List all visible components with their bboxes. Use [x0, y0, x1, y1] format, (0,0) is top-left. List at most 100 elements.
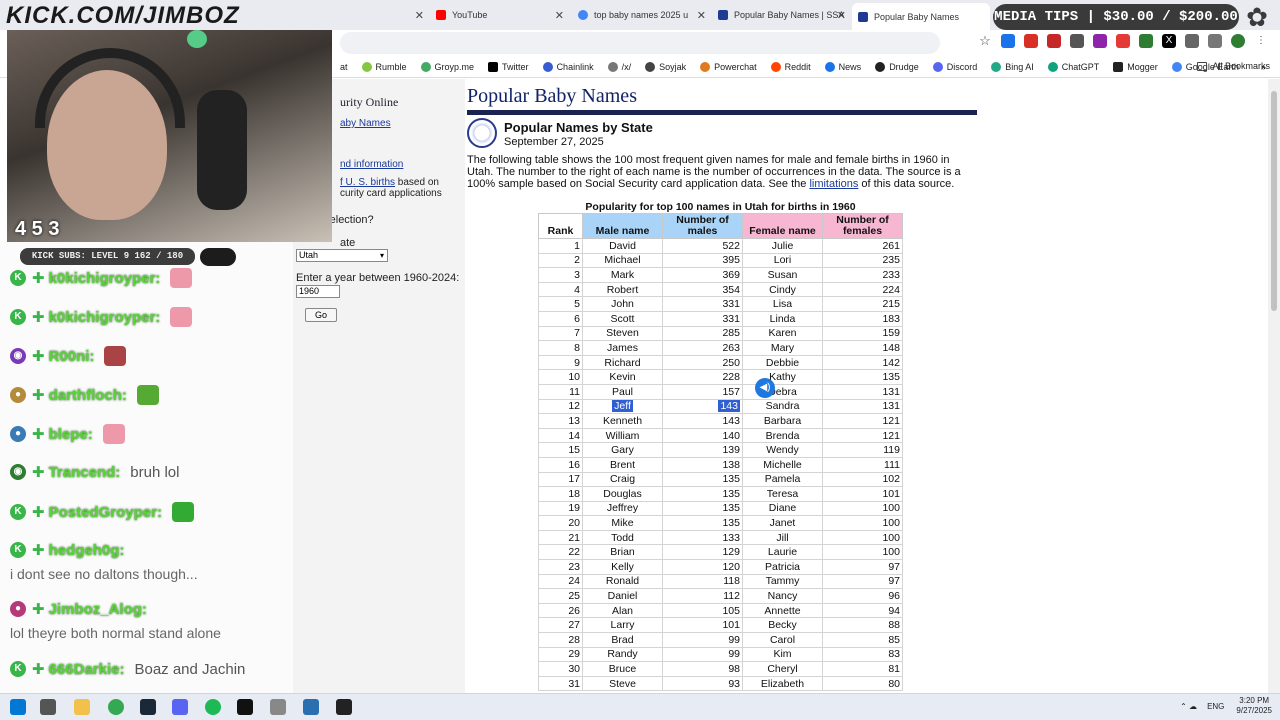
nav-link-baby-names[interactable]: aby Names — [340, 118, 391, 129]
chat-username[interactable]: k0kichigroyper: — [49, 309, 161, 326]
spotify-icon[interactable] — [205, 699, 221, 715]
chat-message: K ✚ PostedGroyper: — [10, 502, 194, 522]
female-count-cell: 261 — [822, 238, 903, 254]
system-tray: ⌃ ☁ ENG 3:20 PM 9/27/2025 — [1180, 696, 1272, 716]
bookmark-twitter[interactable]: Twitter — [488, 61, 529, 72]
male-name-cell: Brian — [582, 544, 663, 561]
section-heading: Popular Names by State — [504, 120, 653, 135]
app-icon[interactable] — [270, 699, 286, 715]
names-table: Rank Male name Number of males Female na… — [538, 213, 903, 692]
bookmark-soyjak[interactable]: Soyjak — [645, 61, 687, 72]
extension-icon[interactable] — [1116, 34, 1130, 48]
x-icon[interactable]: X — [1162, 34, 1176, 48]
bookmark-reddit[interactable]: Reddit — [770, 61, 811, 72]
menu-icon[interactable]: ⋮ — [1254, 34, 1268, 48]
rank-cell: 18 — [538, 486, 583, 502]
close-tab-icon[interactable]: ✕ — [555, 9, 564, 22]
bookmark-label: Soyjak — [659, 61, 687, 72]
tab-ssa-baby-names[interactable]: Popular Baby Names | SSA ✕ — [712, 4, 852, 26]
extension-icon[interactable] — [1139, 34, 1153, 48]
year-input[interactable]: 1960 — [296, 285, 340, 298]
app-icon[interactable] — [303, 699, 319, 715]
bookmark-drudge[interactable]: Drudge — [875, 61, 919, 72]
male-name-cell: Kevin — [582, 369, 663, 385]
table-row: 26 Alan 105 Annette 94 — [538, 602, 903, 619]
bookmark-mogger[interactable]: Mogger — [1113, 61, 1158, 72]
us-births-link[interactable]: f U. S. births — [340, 177, 395, 188]
header-rank: Rank — [538, 213, 583, 239]
bookmark-discord[interactable]: Discord — [932, 61, 977, 72]
chat-username[interactable]: R00ni: — [49, 348, 95, 365]
close-tab-icon[interactable]: ✕ — [415, 9, 424, 22]
chrome-icon[interactable] — [108, 699, 124, 715]
male-count-cell: 139 — [662, 442, 743, 458]
close-tab-icon[interactable]: ✕ — [697, 9, 706, 22]
task-view-icon[interactable] — [40, 699, 56, 715]
speaker-icon[interactable]: ◀) — [755, 378, 775, 398]
discord-icon[interactable] — [172, 699, 188, 715]
avatar[interactable] — [1231, 34, 1245, 48]
female-count-cell: 85 — [822, 632, 903, 648]
tab-google-search[interactable]: top baby names 2025 utah ✕ — [572, 4, 712, 26]
terminal-icon[interactable] — [237, 699, 253, 715]
puzzle-icon[interactable] — [1185, 34, 1199, 48]
header-male-name: Male name — [582, 213, 663, 239]
tray-icons[interactable]: ⌃ ☁ — [1180, 702, 1197, 711]
media-icon[interactable] — [1208, 34, 1222, 48]
chat-username[interactable]: darthfloch: — [49, 387, 127, 404]
file-explorer-icon[interactable] — [74, 699, 90, 715]
female-count-cell: 80 — [822, 675, 903, 692]
nav-link-background-information[interactable]: nd information — [340, 159, 403, 170]
go-button[interactable]: Go — [305, 308, 337, 322]
bookmark-label: /x/ — [621, 61, 632, 72]
bookmark-powerchat[interactable]: Powerchat — [700, 61, 757, 72]
female-name-cell: Kathy — [742, 369, 823, 385]
extension-icon[interactable] — [1093, 34, 1107, 48]
extension-icon[interactable] — [1001, 34, 1015, 48]
bookmark-chainlink[interactable]: Chainlink — [542, 61, 594, 72]
extension-icon[interactable] — [1024, 34, 1038, 48]
tab-x[interactable]: ✕ — [340, 4, 430, 26]
chat-username[interactable]: blepe: — [49, 426, 93, 443]
chat-username[interactable]: PostedGroyper: — [49, 504, 162, 521]
female-name-cell: Lori — [742, 252, 823, 269]
male-name-cell: Michael — [582, 252, 663, 269]
bookmark-chatgpt[interactable]: ChatGPT — [1047, 61, 1099, 72]
chat-username[interactable]: Trancend: — [49, 464, 121, 481]
address-bar[interactable] — [340, 32, 940, 54]
steam-icon[interactable] — [140, 699, 156, 715]
tab-popular-baby-names[interactable]: Popular Baby Names — [852, 3, 990, 30]
rank-cell: 13 — [538, 413, 583, 429]
close-tab-icon[interactable]: ✕ — [837, 9, 846, 22]
star-icon[interactable]: ☆ — [978, 34, 992, 48]
all-bookmarks-button[interactable]: All Bookmarks — [1197, 61, 1270, 71]
bookmark-bing-ai[interactable]: Bing AI — [991, 61, 1034, 72]
chat-username[interactable]: 666Darkie: — [49, 661, 125, 678]
clock[interactable]: 3:20 PM 9/27/2025 — [1236, 696, 1272, 716]
extension-icon[interactable] — [1070, 34, 1084, 48]
chat-username[interactable]: hedgeh0g: — [49, 542, 125, 559]
female-count-cell: 102 — [822, 471, 903, 488]
language-indicator[interactable]: ENG — [1207, 702, 1224, 711]
female-count-cell: 224 — [822, 281, 903, 298]
table-row: 23 Kelly 120 Patricia 97 — [538, 559, 903, 575]
bookmark-partial[interactable]: at — [340, 62, 348, 72]
screen: ✕ YouTube ✕ top baby names 2025 utah ✕ P… — [0, 0, 1280, 720]
male-count-cell: 135 — [662, 515, 743, 531]
chat-username[interactable]: k0kichigroyper: — [49, 270, 161, 287]
chat-username[interactable]: Jimboz_Alog: — [49, 601, 147, 618]
obs-icon[interactable] — [336, 699, 352, 715]
male-count-cell: 354 — [662, 281, 743, 298]
page-scrollbar[interactable] — [1268, 79, 1280, 693]
male-count-cell: 118 — [662, 573, 743, 590]
tab-youtube[interactable]: YouTube ✕ — [430, 4, 570, 26]
extension-icon[interactable] — [1047, 34, 1061, 48]
bookmark-x[interactable]: /x/ — [607, 61, 632, 72]
windows-start-icon[interactable] — [10, 699, 26, 715]
bookmark-news[interactable]: News — [824, 61, 861, 72]
state-select[interactable]: Utah ▾ — [296, 249, 388, 262]
limitations-link[interactable]: limitations — [809, 178, 858, 190]
bookmark-rumble[interactable]: Rumble — [361, 61, 407, 72]
bookmark-groypme[interactable]: Groyp.me — [420, 61, 474, 72]
scrollbar-thumb[interactable] — [1271, 91, 1277, 311]
